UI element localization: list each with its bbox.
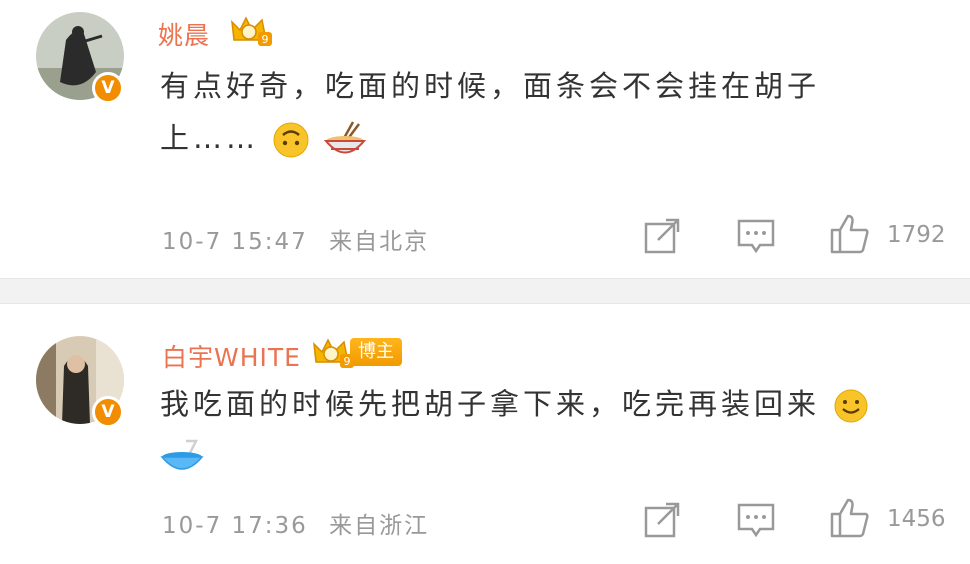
blogger-tag: 博主 [350, 338, 402, 366]
source: 来自浙江 [329, 513, 430, 539]
like-icon[interactable] [830, 498, 870, 538]
username[interactable]: 白宇WHITE [162, 338, 301, 374]
timestamp: 10-7 15:47 [162, 229, 308, 255]
comment-text: 我吃面的时候先把胡子拿下来，吃完再装回来 [160, 378, 869, 482]
share-icon[interactable] [642, 500, 682, 540]
like-count: 1456 [887, 506, 946, 532]
comment-meta: 10-7 15:47 来自北京 [162, 222, 429, 256]
smile-emoji [834, 389, 868, 423]
like-count: 1792 [887, 222, 946, 248]
like-icon[interactable] [830, 214, 870, 254]
comment-text: 有点好奇，吃面的时候，面条会不会挂在胡子 上…… [160, 60, 820, 164]
comment-text-line [160, 430, 869, 482]
comment-text-line: 我吃面的时候先把胡子拿下来，吃完再装回来 [160, 378, 869, 430]
divider [0, 278, 970, 304]
comment-text-line: 有点好奇，吃面的时候，面条会不会挂在胡子 [160, 69, 821, 103]
comment-text-line: 上…… [160, 112, 820, 164]
comment-item: V 姚晨 9 有点好奇，吃面的时候，面条会不会挂在胡子 上…… 10-7 15:… [0, 0, 970, 278]
source: 来自北京 [329, 229, 430, 255]
upside-down-face-emoji [273, 122, 309, 158]
comment-item: V 白宇WHITE 9 博主 我吃面的时候先把胡子拿下来，吃完再装回来 10-7… [0, 304, 970, 564]
verified-badge: V [92, 72, 124, 104]
timestamp: 10-7 17:36 [162, 513, 308, 539]
comment-meta: 10-7 17:36 来自浙江 [162, 506, 429, 540]
comment-icon[interactable] [736, 216, 776, 256]
level-9-crown-icon: 9 [231, 16, 272, 46]
bowl-emoji [160, 439, 204, 470]
comment-icon[interactable] [736, 500, 776, 540]
noodle-bowl-emoji [324, 121, 367, 154]
svg-text:9: 9 [262, 33, 269, 46]
username[interactable]: 姚晨 [158, 16, 210, 52]
share-icon[interactable] [642, 216, 682, 256]
verified-badge: V [92, 396, 124, 428]
